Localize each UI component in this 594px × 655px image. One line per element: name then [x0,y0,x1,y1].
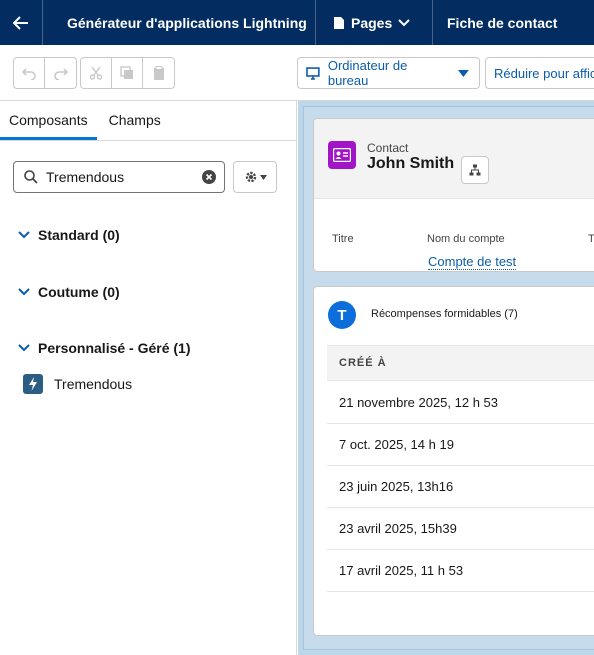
lightning-icon [23,374,43,394]
field-title-label: Titre [332,233,354,245]
rewards-title: Récompenses formidables (7) [371,308,518,320]
redo-icon [53,68,68,80]
rewards-card[interactable]: T Récompenses formidables (7) CRÉÉ À 21 … [313,286,594,636]
components-panel: Composants Champs Tremendous Standard (0… [0,101,297,655]
page-canvas: Contact John Smith Titre Nom du compte T… [298,101,594,655]
column-header-created[interactable]: CRÉÉ À [327,345,594,381]
record-header-card[interactable]: Contact John Smith Titre Nom du compte T… [313,118,594,272]
device-label: Ordinateur de bureau [327,58,408,88]
arrow-left-icon [13,15,28,30]
paste-button[interactable] [143,58,174,88]
chevron-down-icon [18,344,30,352]
cut-button[interactable] [81,58,112,88]
tab-fields[interactable]: Champs [97,100,170,140]
table-row: 23 avril 2025, 15h39 [327,508,594,550]
section-label: Personnalisé - Géré (1) [38,340,191,356]
reduce-button[interactable]: Réduire pour affic [485,57,594,89]
tab-components[interactable]: Composants [0,100,97,140]
section-standard[interactable]: Standard (0) [18,227,120,243]
caret-down-icon [259,174,267,180]
copy-icon [120,66,133,79]
page-name-label: Fiche de contact [447,14,558,31]
table-row: 17 avril 2025, 11 h 53 [327,550,594,592]
undo-redo-group [13,57,77,89]
search-value: Tremendous [46,169,125,185]
field-phone-label: Té [588,233,594,245]
app-builder-title: Générateur d'applications Lightning [43,0,316,45]
table-row: 23 juin 2025, 13h16 [327,466,594,508]
toolbar: Ordinateur de bureau Réduire pour affic [0,45,594,101]
search-icon [24,170,38,184]
panel-tabs: Composants Champs [0,101,296,141]
section-label: Standard (0) [38,227,120,243]
hierarchy-button[interactable] [461,156,489,184]
page-name: Fiche de contact [433,0,571,45]
undo-icon [22,68,36,80]
desktop-icon [306,66,320,80]
app-title: Générateur d'applications Lightning [67,14,307,31]
caret-down-icon [458,69,469,77]
section-custom[interactable]: Coutume (0) [18,284,120,300]
clear-icon[interactable] [202,170,216,184]
clipboard-group [80,57,175,89]
section-managed[interactable]: Personnalisé - Géré (1) [18,340,191,356]
reduce-label: Réduire pour affic [494,65,594,81]
device-selector[interactable]: Ordinateur de bureau [297,57,480,89]
chevron-down-icon [18,231,30,239]
copy-button[interactable] [112,58,143,88]
undo-button[interactable] [14,58,45,88]
top-bar: Générateur d'applications Lightning Page… [0,0,594,45]
page-icon [334,16,344,29]
table-row: 21 novembre 2025, 12 h 53 [327,382,594,424]
hierarchy-icon [469,164,481,176]
chevron-down-icon [398,18,410,26]
pages-label: Pages [351,14,393,31]
table-row: 7 oct. 2025, 14 h 19 [327,424,594,466]
section-label: Coutume (0) [38,284,120,300]
component-label: Tremendous [54,376,133,392]
pages-menu[interactable]: Pages [316,0,433,45]
record-name: John Smith [367,155,455,172]
clipboard-icon [153,66,164,80]
tremendous-logo: T [328,301,356,329]
object-label: Contact [367,141,409,155]
field-account-label: Nom du compte [427,233,505,245]
gear-icon [245,171,256,183]
component-tremendous[interactable]: Tremendous [23,374,132,394]
scissors-icon [89,66,103,80]
settings-menu-button[interactable] [233,161,277,193]
record-header: Contact John Smith [314,119,594,199]
contact-icon [328,141,356,169]
account-link[interactable]: Compte de test [428,254,517,270]
chevron-down-icon [18,288,30,296]
search-input[interactable]: Tremendous [13,161,225,193]
redo-button[interactable] [45,58,76,88]
back-button[interactable] [0,0,43,45]
